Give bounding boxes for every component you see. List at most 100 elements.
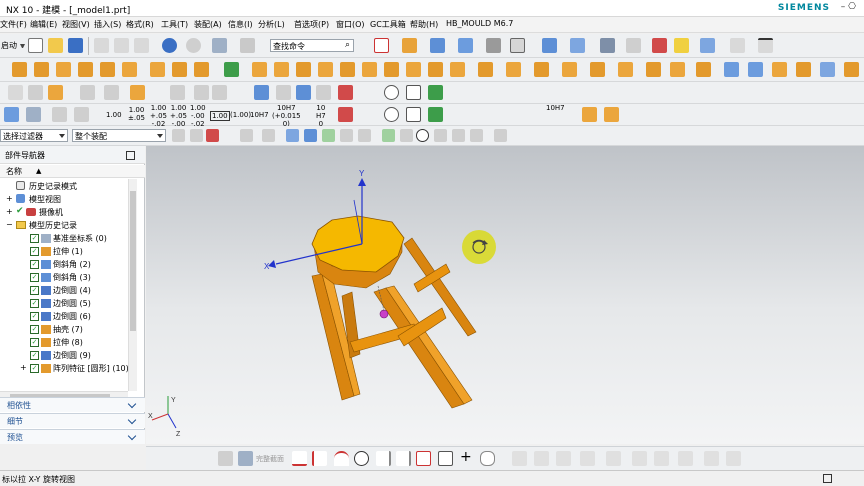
- tree-item-history-mode[interactable]: 历史记录模式: [0, 180, 128, 193]
- tree-item-feature[interactable]: + ✓ 阵列特征 [圆形] (10): [0, 362, 129, 375]
- collapse-icon[interactable]: −: [6, 220, 13, 229]
- sync-modeling-icon[interactable]: [478, 62, 493, 77]
- hatch-icon[interactable]: [296, 85, 311, 100]
- window-icon[interactable]: [212, 38, 227, 53]
- checkbox[interactable]: ✓: [30, 273, 39, 282]
- snap-icon[interactable]: [626, 38, 641, 53]
- cube-view-icon[interactable]: [430, 38, 445, 53]
- general-select-icon[interactable]: [172, 129, 185, 142]
- dim-basic[interactable]: 1.00: [210, 111, 230, 121]
- checkbox[interactable]: ✓: [30, 364, 39, 373]
- rectangle-icon[interactable]: [416, 451, 431, 466]
- xform-icon[interactable]: [748, 62, 763, 77]
- dimension-sketch-icon[interactable]: [678, 451, 693, 466]
- polygon-icon[interactable]: [438, 451, 453, 466]
- tree-item-model-views[interactable]: + 模型视图: [0, 193, 128, 206]
- tree-item-camera[interactable]: + ✔ 摄像机: [0, 206, 128, 219]
- point-on-curve-icon[interactable]: [470, 129, 483, 142]
- save-icon[interactable]: [68, 38, 83, 53]
- ruler-pmi-icon[interactable]: [338, 85, 353, 100]
- redo-icon[interactable]: [186, 38, 201, 53]
- dim-reference[interactable]: (1.00): [230, 111, 251, 119]
- surface-icon[interactable]: [618, 62, 633, 77]
- thicken-icon[interactable]: [384, 62, 399, 77]
- note-icon[interactable]: [28, 85, 43, 100]
- menu-edit[interactable]: 编辑(E): [30, 19, 57, 30]
- snap-point-icon[interactable]: [322, 129, 335, 142]
- menu-hb-mould[interactable]: HB_MOULD M6.7: [446, 19, 513, 28]
- midpoint-icon[interactable]: [358, 129, 371, 142]
- tree-item-feature[interactable]: ✓ 倒斜角 (3): [0, 271, 128, 284]
- point-icon[interactable]: +: [460, 449, 472, 465]
- selection-filter-select[interactable]: 选择过滤器: [0, 129, 68, 142]
- sphere-icon[interactable]: [100, 62, 115, 77]
- dim-hole[interactable]: 10H7: [546, 104, 565, 112]
- arc-icon[interactable]: [334, 451, 349, 466]
- line-icon[interactable]: [406, 85, 421, 100]
- paste-icon[interactable]: [134, 38, 149, 53]
- studio-surface-icon[interactable]: [724, 62, 739, 77]
- dim-fit-tolerance[interactable]: 10H7 (+0.015 0): [272, 104, 301, 128]
- checkbox[interactable]: ✓: [30, 234, 39, 243]
- drafting-icon[interactable]: [8, 85, 23, 100]
- line-icon[interactable]: [312, 451, 327, 466]
- dim-bilateral[interactable]: 1.00 ±.05: [128, 106, 145, 122]
- dim-stacked[interactable]: 10 H7 0: [316, 104, 326, 128]
- tree-item-feature[interactable]: ✓ 基准坐标系 (0): [0, 232, 128, 245]
- circle-icon[interactable]: [384, 107, 399, 122]
- chevron-down-icon[interactable]: [20, 44, 25, 48]
- menu-insert[interactable]: 插入(S): [94, 19, 121, 30]
- dim-unilateral-minus[interactable]: 1.00 -.00 -.02: [190, 104, 206, 128]
- measure-icon[interactable]: [700, 38, 715, 53]
- grid-icon[interactable]: [730, 38, 745, 53]
- profile-icon[interactable]: [292, 451, 307, 466]
- revolve-icon[interactable]: [34, 62, 49, 77]
- menu-info[interactable]: 信息(I): [228, 19, 253, 30]
- maximize-icon[interactable]: [126, 151, 135, 160]
- fillet-icon[interactable]: [376, 451, 391, 466]
- command-search-input[interactable]: 查找命令 ⌕: [270, 39, 354, 52]
- section-icon[interactable]: [238, 451, 253, 466]
- checkbox[interactable]: ✓: [30, 351, 39, 360]
- chevron-down-icon[interactable]: [127, 399, 137, 409]
- arrow-icon[interactable]: [428, 85, 443, 100]
- tree-item-feature[interactable]: ✓ 边倒圆 (4): [0, 284, 128, 297]
- extend-icon[interactable]: [534, 451, 549, 466]
- vertical-scrollbar[interactable]: [128, 179, 137, 391]
- mirror-curve-icon[interactable]: [606, 451, 621, 466]
- pull-face-icon[interactable]: [534, 62, 549, 77]
- constraint-icon[interactable]: [654, 451, 669, 466]
- datum-icon[interactable]: [104, 85, 119, 100]
- tree-item-model-history[interactable]: − 模型历史记录: [0, 219, 128, 232]
- menu-view[interactable]: 视图(V): [62, 19, 90, 30]
- start-label[interactable]: 启动: [1, 42, 17, 50]
- circle-icon[interactable]: [354, 451, 369, 466]
- checkbox[interactable]: ✓: [30, 286, 39, 295]
- window-controls[interactable]: – ⎔: [841, 2, 856, 12]
- panel-details[interactable]: 细节: [0, 413, 145, 428]
- column-name[interactable]: 名称: [6, 166, 22, 177]
- clear-snap-icon[interactable]: [494, 129, 507, 142]
- shaded-view-icon[interactable]: [458, 38, 473, 53]
- draft-icon[interactable]: [318, 62, 333, 77]
- new-file-icon[interactable]: [28, 38, 43, 53]
- tree-item-feature[interactable]: ✓ 倒斜角 (2): [0, 258, 128, 271]
- checkbox[interactable]: ✓: [30, 299, 39, 308]
- touch-mode-icon[interactable]: [240, 38, 255, 53]
- coins-icon[interactable]: [582, 107, 597, 122]
- trim-body-icon[interactable]: [340, 62, 355, 77]
- arc-center-icon[interactable]: [382, 129, 395, 142]
- dim-nominal[interactable]: 1.00: [106, 111, 122, 119]
- menu-file[interactable]: 文件(F): [0, 19, 27, 30]
- expand-icon[interactable]: +: [6, 207, 13, 216]
- edit-dim-icon[interactable]: [338, 107, 353, 122]
- undo-icon[interactable]: [162, 38, 177, 53]
- pattern-icon[interactable]: [172, 62, 187, 77]
- cylinder-icon[interactable]: [78, 62, 93, 77]
- endpoint-icon[interactable]: [340, 129, 353, 142]
- boss-icon[interactable]: [150, 62, 165, 77]
- background-icon[interactable]: [486, 38, 501, 53]
- move-icon[interactable]: [652, 38, 667, 53]
- diameter-icon[interactable]: [384, 85, 399, 100]
- tree-item-feature[interactable]: ✓ 边倒圆 (9): [0, 349, 128, 362]
